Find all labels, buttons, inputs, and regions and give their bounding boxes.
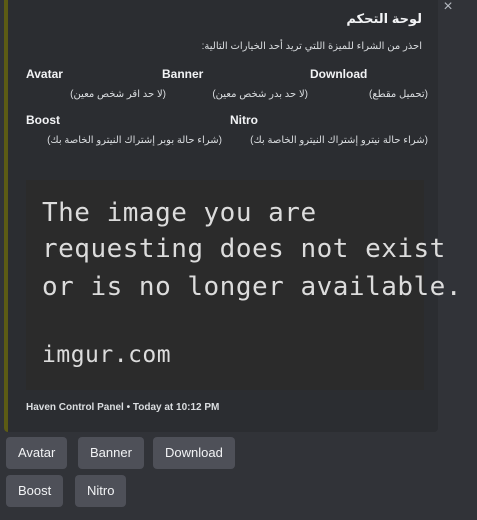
- image-text-line: or is no longer available.: [42, 272, 462, 302]
- field-banner: Banner (لا حد بدر شخص معين): [162, 67, 312, 102]
- field-name: Boost: [26, 113, 60, 127]
- embed-card: لوحة التحكم احذر من الشراء للميزة اللتي …: [4, 0, 462, 432]
- field-boost: Boost (شراء حالة بوبر إشتراك النيترو الخ…: [26, 113, 226, 148]
- embed-footer: Haven Control Panel • Today at 10:12 PM: [26, 402, 220, 413]
- field-name: Banner: [162, 67, 204, 81]
- field-avatar: Avatar (لا حد اقر شخص معين): [26, 67, 166, 102]
- field-value: (شراء حالة بوبر إشتراك النيترو الخاصة بك…: [47, 135, 222, 146]
- download-button[interactable]: Download: [153, 437, 235, 469]
- image-text-line: requesting does not exist: [42, 234, 446, 264]
- field-download: Download (تحميل مقطع): [310, 67, 430, 102]
- image-text-line: The image you are: [42, 198, 317, 228]
- banner-button[interactable]: Banner: [78, 437, 144, 469]
- field-value: (شراء حالة نيترو إشتراك النيترو الخاصة ب…: [250, 135, 428, 146]
- embed-image[interactable]: The image you are requesting does not ex…: [26, 180, 462, 390]
- field-value: (تحميل مقطع): [369, 89, 428, 100]
- field-nitro: Nitro (شراء حالة نيترو إشتراك النيترو ال…: [230, 113, 430, 148]
- field-value: (لا حد بدر شخص معين): [212, 89, 308, 100]
- avatar-button[interactable]: Avatar: [6, 437, 68, 469]
- field-name: Nitro: [230, 113, 258, 127]
- close-icon[interactable]: ×: [440, 0, 456, 16]
- field-value: (لا حد اقر شخص معين): [70, 89, 166, 100]
- field-name: Download: [310, 67, 368, 81]
- embed-title: لوحة التحكم: [346, 11, 422, 26]
- image-watermark: imgur.com: [42, 342, 172, 368]
- nitro-button[interactable]: Nitro: [75, 475, 127, 507]
- embed-description: احذر من الشراء للميزة اللتي تريد أحد الخ…: [201, 41, 422, 52]
- field-name: Avatar: [26, 67, 63, 81]
- boost-button[interactable]: Boost: [6, 475, 64, 507]
